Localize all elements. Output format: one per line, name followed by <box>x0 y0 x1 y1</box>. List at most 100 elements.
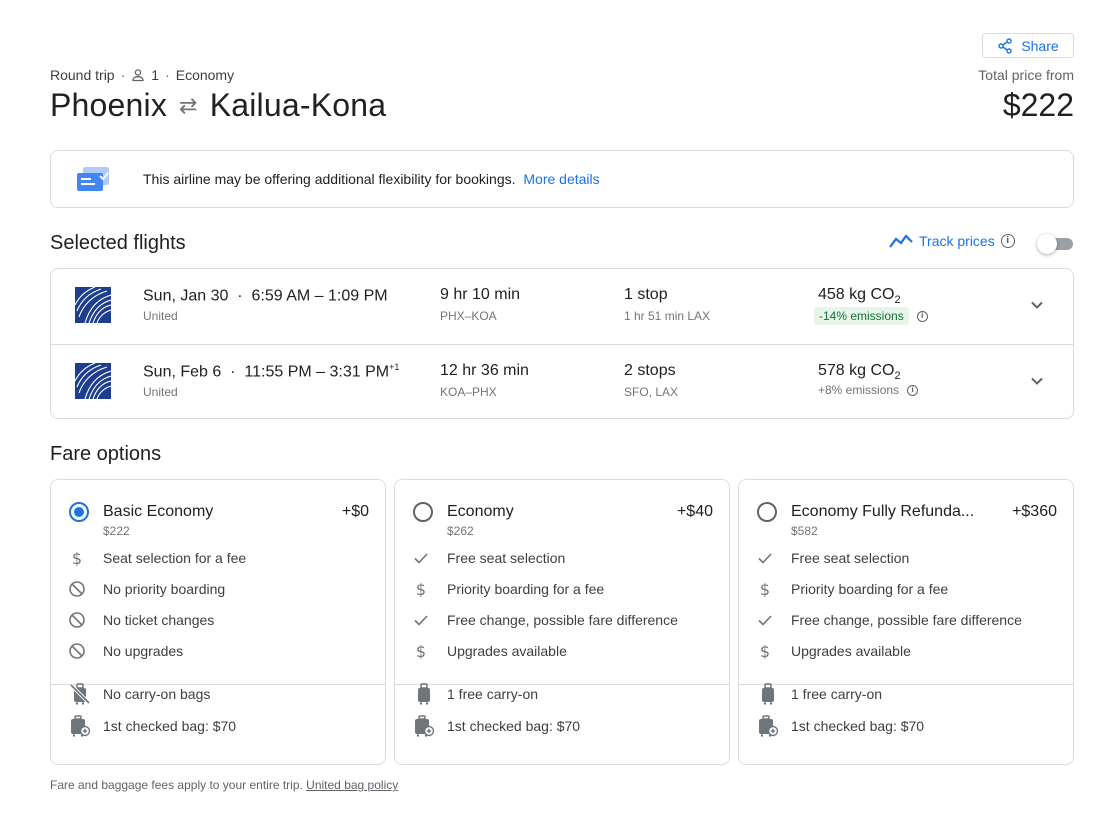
trip-summary: Round trip · 1 · Economy <box>50 67 234 83</box>
flight-duration: 12 hr 36 min <box>440 362 529 379</box>
fare-feature: Free seat selection <box>411 548 565 568</box>
info-icon[interactable]: i <box>916 310 928 322</box>
fare-feature-text: Free seat selection <box>447 550 566 566</box>
fare-option-card[interactable]: Economy Fully Refunda... $582 +$360 Free se… <box>738 479 1074 765</box>
fare-feature-text: Upgrades available <box>791 643 911 659</box>
fare-feature-text: No ticket changes <box>103 612 215 628</box>
trip-type: Round trip <box>50 67 115 83</box>
fare-radio[interactable] <box>757 502 777 522</box>
dollar-icon: $ <box>759 641 771 661</box>
fare-feature: No ticket changes <box>67 610 214 630</box>
baggage-item: 1 free carry-on <box>413 683 538 705</box>
separator-dot: · <box>120 67 126 83</box>
fare-header: Economy $262 +$40 <box>411 502 713 542</box>
baggage-text: 1st checked bag: $70 <box>447 718 581 734</box>
check-icon <box>755 548 775 568</box>
baggage-text: 1st checked bag: $70 <box>103 718 237 734</box>
flight-stops: 1 stop <box>624 286 668 303</box>
fare-header: Economy Fully Refunda... $582 +$360 <box>755 502 1057 542</box>
chevron-down-icon[interactable] <box>1028 296 1046 314</box>
fare-price: $262 <box>447 524 474 538</box>
fare-options-title: Fare options <box>50 443 162 465</box>
fare-feature: $ Seat selection for a fee <box>67 548 246 568</box>
checked-bag-icon <box>69 715 91 737</box>
selected-flights-title: Selected flights <box>50 232 186 254</box>
baggage-item: 1st checked bag: $70 <box>757 715 924 737</box>
baggage-text: 1 free carry-on <box>447 686 539 702</box>
page-title: Phoenix ⇄ Kailua-Kona <box>50 87 386 124</box>
origin-city: Phoenix <box>50 87 168 123</box>
united-logo-icon <box>75 287 111 323</box>
flight-route: PHX–KOA <box>440 309 497 323</box>
fare-feature-text: Seat selection for a fee <box>103 550 247 566</box>
united-logo-icon <box>75 363 111 399</box>
notice-text: This airline may be offering additional … <box>143 171 516 187</box>
checked-bag-icon <box>757 715 779 737</box>
person-icon <box>132 69 144 82</box>
block-icon <box>67 610 87 630</box>
destination-city: Kailua-Kona <box>209 87 387 123</box>
fare-feature-text: Free change, possible fare difference <box>447 612 678 628</box>
carry-on-icon <box>413 683 435 705</box>
share-icon <box>998 37 1013 54</box>
baggage-item: 1st checked bag: $70 <box>413 715 580 737</box>
flight-duration: 9 hr 10 min <box>440 286 521 303</box>
dollar-icon: $ <box>415 641 427 661</box>
chevron-down-icon[interactable] <box>1028 372 1046 390</box>
check-icon <box>411 548 431 568</box>
fare-price: $582 <box>791 524 818 538</box>
fare-feature-text: No priority boarding <box>103 581 226 597</box>
day-offset: +1 <box>389 362 400 372</box>
flight-time: Sun, Jan 30 · 6:59 AM – 1:09 PM <box>143 287 388 305</box>
fare-footnote: Fare and baggage fees apply to your enti… <box>50 778 398 792</box>
fare-price-difference: +$360 <box>1012 503 1057 520</box>
fare-feature: $ Upgrades available <box>755 641 911 661</box>
info-icon[interactable]: i <box>1000 234 1015 248</box>
info-icon[interactable]: i <box>907 384 919 396</box>
dollar-icon: $ <box>415 579 427 599</box>
airline-name: United <box>143 385 178 399</box>
track-prices-label[interactable]: Track prices <box>919 233 995 249</box>
fare-option-card[interactable]: Economy $262 +$40 Free seat selection $ Prior… <box>394 479 730 765</box>
fare-radio[interactable] <box>69 502 89 522</box>
layover-detail: 1 hr 51 min LAX <box>624 309 711 323</box>
fare-name: Economy Fully Refunda... <box>791 503 975 520</box>
emissions-badge: -14% emissions <box>814 307 909 325</box>
baggage-text: 1 free carry-on <box>791 686 883 702</box>
total-price: $222 <box>1002 87 1074 123</box>
share-button[interactable]: Share <box>982 33 1074 58</box>
round-trip-arrows-icon: ⇄ <box>179 92 198 118</box>
flight-row[interactable]: Sun, Jan 30 · 6:59 AM – 1:09 PM United 9… <box>51 269 1073 344</box>
fare-header: Basic Economy $222 +$0 <box>67 502 369 542</box>
more-details-link[interactable]: More details <box>523 171 599 187</box>
track-prices[interactable]: Track prices i <box>889 233 1015 249</box>
track-prices-toggle[interactable] <box>1037 234 1075 254</box>
block-icon <box>67 641 87 661</box>
fare-feature-text: No upgrades <box>103 643 184 659</box>
check-icon <box>411 610 431 630</box>
flight-time: Sun, Feb 6 · 11:55 PM – 3:31 PM+1 <box>143 362 400 381</box>
fare-option-card[interactable]: Basic Economy $222 +$0 $ Seat selection for … <box>50 479 386 765</box>
flight-date: Sun, Jan 30 <box>143 287 229 305</box>
dollar-icon: $ <box>71 548 83 568</box>
total-price-label: Total price from <box>978 67 1074 83</box>
fare-feature: $ Priority boarding for a fee <box>755 579 948 599</box>
fare-feature: $ Upgrades available <box>411 641 567 661</box>
baggage-item: 1st checked bag: $70 <box>69 715 236 737</box>
bag-policy-link[interactable]: United bag policy <box>306 778 398 792</box>
ticket-illustration-icon <box>77 167 109 191</box>
fare-price-difference: +$40 <box>676 503 713 520</box>
carry-on-icon <box>757 683 779 705</box>
checked-bag-icon <box>413 715 435 737</box>
flight-row[interactable]: Sun, Feb 6 · 11:55 PM – 3:31 PM+1 United… <box>51 344 1073 419</box>
check-icon <box>755 610 775 630</box>
co2-amount: 458 kg CO2 <box>818 286 901 307</box>
fare-radio[interactable] <box>413 502 433 522</box>
fare-feature-text: Priority boarding for a fee <box>791 581 949 597</box>
airline-name: United <box>143 309 178 323</box>
baggage-text: 1st checked bag: $70 <box>791 718 925 734</box>
flight-date: Sun, Feb 6 <box>143 363 222 381</box>
layover-detail: SFO, LAX <box>624 385 679 399</box>
fare-name: Economy <box>447 503 514 520</box>
baggage-item: No carry-on bags <box>69 683 210 705</box>
